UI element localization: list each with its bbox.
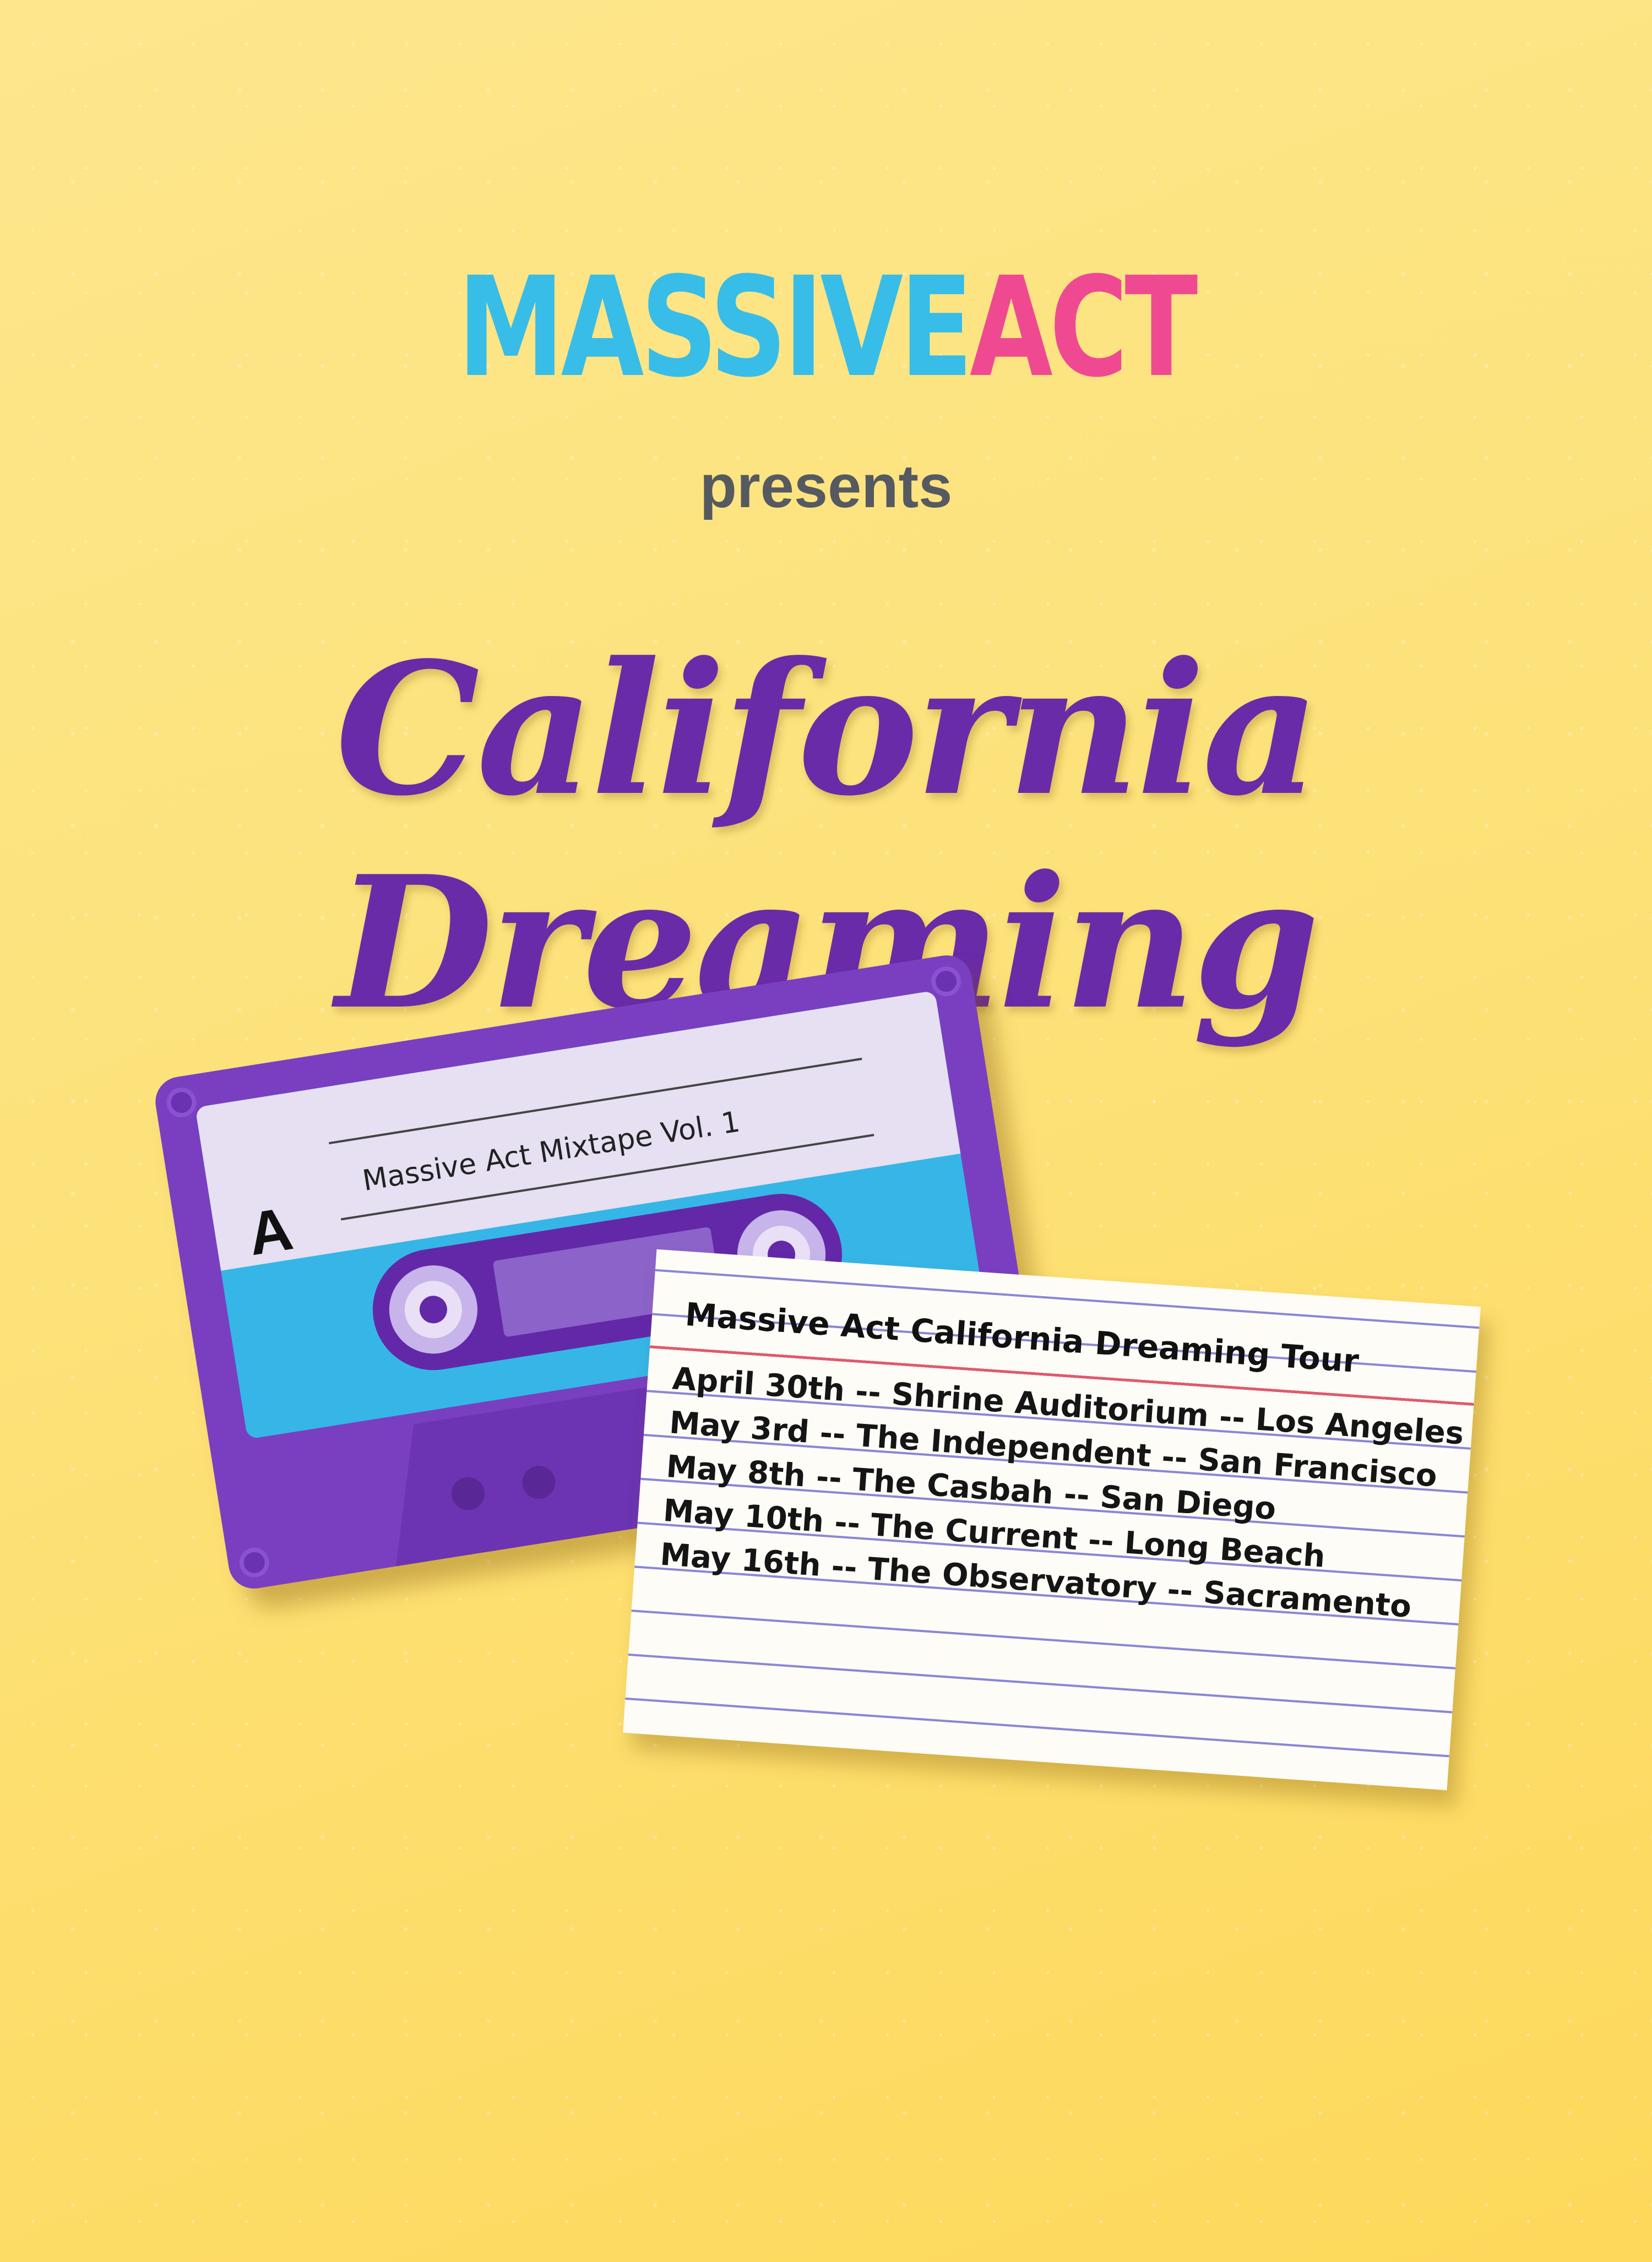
screw-icon: [237, 1545, 271, 1580]
brand-logo: MASSIVEACT: [182, 259, 1470, 396]
presents-text: presents: [699, 453, 953, 520]
tour-dates-list: April 30th -- Shrine Auditorium -- Los A…: [659, 1358, 1465, 1633]
hole-icon: [520, 1464, 558, 1502]
brand-logo-part2: ACT: [969, 247, 1198, 407]
brand-logo-part1: MASSIVE: [457, 247, 973, 407]
hole-icon: [449, 1475, 487, 1513]
screw-icon: [164, 1085, 199, 1120]
reel-icon: [383, 1259, 484, 1360]
tour-index-card: Massive Act California Dreaming Tour Apr…: [623, 1249, 1481, 1791]
